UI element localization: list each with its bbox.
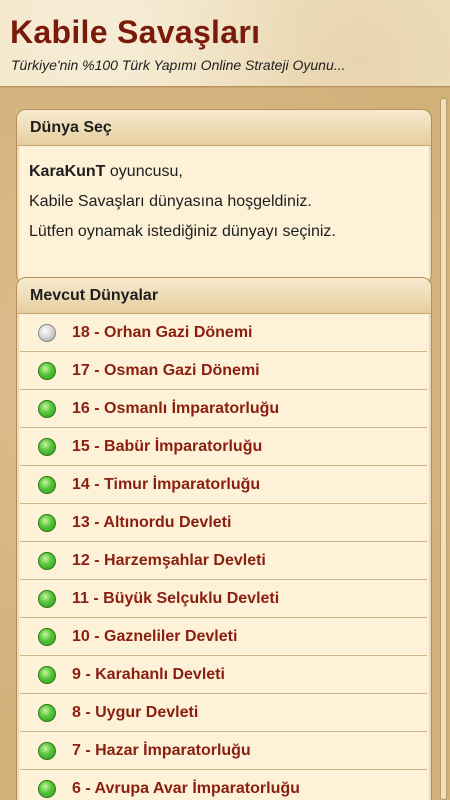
welcome-line-suffix: oyuncusu, [105,163,183,180]
world-name: 18 - Orhan Gazi Dönemi [72,323,253,341]
world-name: 8 - Uygur Devleti [72,703,199,721]
online-status-icon [38,665,56,684]
online-status-icon [38,741,56,760]
world-name: 6 - Avrupa Avar İmparatorluğu [72,779,300,797]
world-name: 17 - Osman Gazi Dönemi [72,361,260,379]
world-list-item[interactable]: 17 - Osman Gazi Dönemi [20,352,427,390]
online-status-icon [38,475,56,494]
online-status-icon [38,361,56,380]
online-status-icon [38,627,56,646]
inactive-status-icon [38,323,56,342]
online-status-icon [38,399,56,418]
world-name: 14 - Timur İmparatorluğu [72,475,261,493]
online-status-icon [38,589,56,608]
available-worlds-panel: Mevcut Dünyalar 18 - Orhan Gazi Dönemi 17… [16,277,432,800]
welcome-message: KaraKunT oyuncusu, Kabile Savaşları düny… [17,146,431,248]
world-name: 16 - Osmanlı İmparatorluğu [72,399,280,417]
world-name: 7 - Hazar İmparatorluğu [72,741,251,759]
world-list-item[interactable]: 11 - Büyük Selçuklu Devleti [20,580,427,618]
online-status-icon [38,437,56,456]
world-list-item[interactable]: 13 - Altınordu Devleti [20,504,427,542]
app-subtitle: Türkiye'nin %100 Türk Yapımı Online Stra… [11,57,346,73]
world-list-item[interactable]: 8 - Uygur Devleti [20,694,427,732]
online-status-icon [38,551,56,570]
world-list-item[interactable]: 16 - Osmanlı İmparatorluğu [20,390,427,428]
world-select-panel: Dünya Seç KaraKunT oyuncusu, Kabile Sava… [16,109,432,285]
world-name: 15 - Babür İmparatorluğu [72,437,263,455]
online-status-icon [38,703,56,722]
content-scroll-area[interactable]: Dünya Seç KaraKunT oyuncusu, Kabile Sava… [0,88,450,800]
world-list-item[interactable]: 10 - Gazneliler Devleti [20,618,427,656]
world-name: 9 - Karahanlı Devleti [72,665,225,683]
world-list-item[interactable]: 18 - Orhan Gazi Dönemi [20,314,427,352]
world-list: 18 - Orhan Gazi Dönemi 17 - Osman Gazi Dö… [17,314,431,800]
world-list-item[interactable]: 7 - Hazar İmparatorluğu [20,732,427,770]
app-header: Kabile Savaşları Türkiye'nin %100 Türk Y… [0,0,450,87]
welcome-line-player: KaraKunT oyuncusu, [29,158,419,188]
world-name: 13 - Altınordu Devleti [72,513,232,531]
world-select-heading: Dünya Seç [17,110,431,146]
welcome-line-instruction: Lütfen oynamak istediğiniz dünyayı seçin… [29,223,336,240]
scrollbar[interactable] [440,98,447,800]
world-list-item[interactable]: 9 - Karahanlı Devleti [20,656,427,694]
world-name: 12 - Harzemşahlar Devleti [72,551,266,569]
online-status-icon [38,513,56,532]
world-list-item[interactable]: 12 - Harzemşahlar Devleti [20,542,427,580]
world-list-item[interactable]: 15 - Babür İmparatorluğu [20,428,427,466]
available-worlds-heading: Mevcut Dünyalar [17,278,431,314]
welcome-line-greeting: Kabile Savaşları dünyasına hoşgeldiniz. [29,193,312,210]
app-title: Kabile Savaşları [10,14,261,50]
world-list-item[interactable]: 14 - Timur İmparatorluğu [20,466,427,504]
player-name: KaraKunT [29,163,106,180]
world-list-item[interactable]: 6 - Avrupa Avar İmparatorluğu [20,770,427,800]
world-name: 10 - Gazneliler Devleti [72,627,238,645]
world-name: 11 - Büyük Selçuklu Devleti [72,589,280,607]
online-status-icon [38,779,56,798]
